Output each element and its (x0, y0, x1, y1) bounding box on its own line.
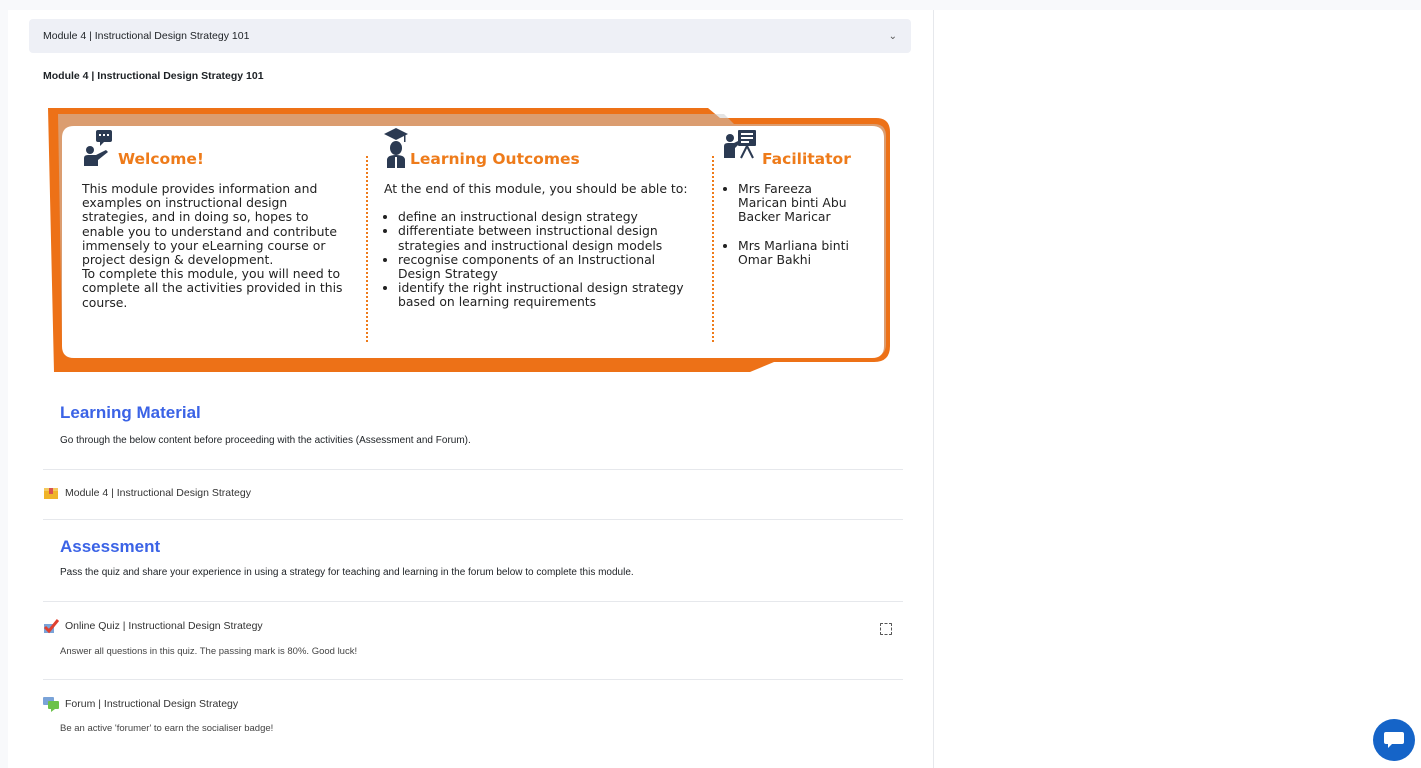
learning-outcomes-heading-text: Learning Outcomes (410, 150, 580, 168)
outcome-item-text: strategies and instructional design mode… (398, 237, 663, 253)
learning-material-heading: Learning Material (60, 403, 201, 422)
presenter-icon (84, 130, 112, 166)
learning-material-text: Go through the below content before proc… (60, 435, 471, 446)
welcome-line: strategies, and in doing so, hopes to (82, 209, 309, 225)
forum-icon (43, 697, 59, 712)
package-icon (44, 488, 58, 499)
outcome-item-text: Design Strategy (398, 266, 498, 282)
welcome-line: complete all the activities provided in … (82, 280, 343, 296)
outcome-item: identify the right instructional design … (398, 281, 704, 309)
outcome-item: define an instructional design strategy (398, 210, 704, 224)
activity-module-package[interactable]: Module 4 | Instructional Design Strategy (43, 485, 251, 501)
module-banner: Welcome! This module provides informatio… (44, 106, 898, 372)
facilitator-name: Mrs Marliana binti (738, 237, 849, 253)
forum-description: Be an active 'forumer' to earn the socia… (60, 723, 274, 734)
facilitator-column: Facilitator Mrs FareezaMarican binti Abu… (724, 124, 884, 267)
outcomes-intro: At the end of this module, you should be… (384, 181, 688, 196)
graduate-icon (384, 128, 408, 168)
outcome-item-text: identify the right instructional design … (398, 280, 684, 296)
banner-divider (366, 156, 368, 342)
facilitator-heading: Facilitator (724, 124, 884, 168)
welcome-line: enable you to understand and contribute (82, 223, 337, 239)
section-title: Module 4 | Instructional Design Strategy… (43, 70, 264, 82)
quiz-description: Answer all questions in this quiz. The p… (60, 646, 358, 657)
facilitator-icon (724, 130, 756, 159)
activity-quiz[interactable]: Online Quiz | Instructional Design Strat… (43, 618, 263, 634)
welcome-line: To complete this module, you will need t… (82, 266, 341, 282)
divider (43, 469, 903, 470)
section-header-label: Module 4 | Instructional Design Strategy… (43, 30, 250, 42)
chat-button[interactable] (1373, 719, 1415, 761)
welcome-line: examples on instructional design (82, 195, 288, 211)
divider (43, 679, 903, 680)
quiz-link[interactable]: Online Quiz | Instructional Design Strat… (65, 620, 263, 632)
facilitator-name: Marican binti Abu (738, 195, 847, 211)
outcomes-list: define an instructional design strategy … (384, 210, 704, 309)
welcome-line: This module provides information and (82, 181, 318, 196)
quiz-check-icon (43, 619, 59, 634)
welcome-column: Welcome! This module provides informatio… (82, 124, 362, 310)
outcome-item: recognise components of an Instructional… (398, 251, 704, 282)
forum-link[interactable]: Forum | Instructional Design Strategy (65, 698, 238, 710)
welcome-text: This module provides information and exa… (82, 181, 362, 310)
learning-outcomes-column: Learning Outcomes At the end of this mod… (384, 124, 704, 310)
activity-label[interactable]: Module 4 | Instructional Design Strategy (65, 487, 251, 499)
top-bar (0, 0, 1421, 10)
outcome-item: differentiate between instructional desi… (398, 224, 704, 252)
quiz-completion-checkbox[interactable] (880, 623, 892, 635)
divider (43, 519, 903, 520)
assessment-heading: Assessment (60, 537, 161, 556)
welcome-heading: Welcome! (82, 124, 362, 168)
course-content: Module 4 | Instructional Design Strategy… (8, 10, 934, 768)
outcome-item-text: define an instructional design strategy (398, 209, 638, 225)
facilitator-text: Mrs FareezaMarican binti AbuBacker Maric… (724, 181, 884, 267)
welcome-line: course. (82, 294, 128, 310)
section-collapse-header[interactable]: Module 4 | Instructional Design Strategy… (29, 19, 911, 53)
banner-divider (712, 156, 714, 342)
outcome-item-text: based on learning requirements (398, 294, 597, 310)
facilitator-name: Mrs Fareeza (738, 181, 812, 196)
assessment-text: Pass the quiz and share your experience … (60, 567, 634, 578)
facilitator-item: Mrs FareezaMarican binti AbuBacker Maric… (738, 181, 884, 225)
facilitator-name: Backer Maricar (738, 209, 831, 225)
chevron-down-icon[interactable]: ⌄ (889, 31, 897, 42)
right-blank-panel (934, 10, 1421, 768)
welcome-line: immensely to your eLearning course or (82, 237, 326, 253)
welcome-heading-text: Welcome! (118, 150, 204, 168)
facilitator-heading-text: Facilitator (762, 150, 851, 168)
facilitator-item: Mrs Marliana bintiOmar Bakhi (738, 237, 884, 267)
chat-icon (1384, 732, 1404, 748)
activity-forum[interactable]: Forum | Instructional Design Strategy (43, 696, 238, 712)
outcome-item-text: differentiate between instructional desi… (398, 223, 658, 239)
facilitator-name: Omar Bakhi (738, 251, 812, 267)
welcome-line: project design & development. (82, 252, 274, 268)
outcome-item-text: recognise components of an Instructional (398, 251, 656, 267)
facilitator-list: Mrs FareezaMarican binti AbuBacker Maric… (724, 181, 884, 267)
learning-outcomes-heading: Learning Outcomes (384, 124, 704, 168)
learning-outcomes-text: At the end of this module, you should be… (384, 181, 704, 310)
divider (43, 601, 903, 602)
